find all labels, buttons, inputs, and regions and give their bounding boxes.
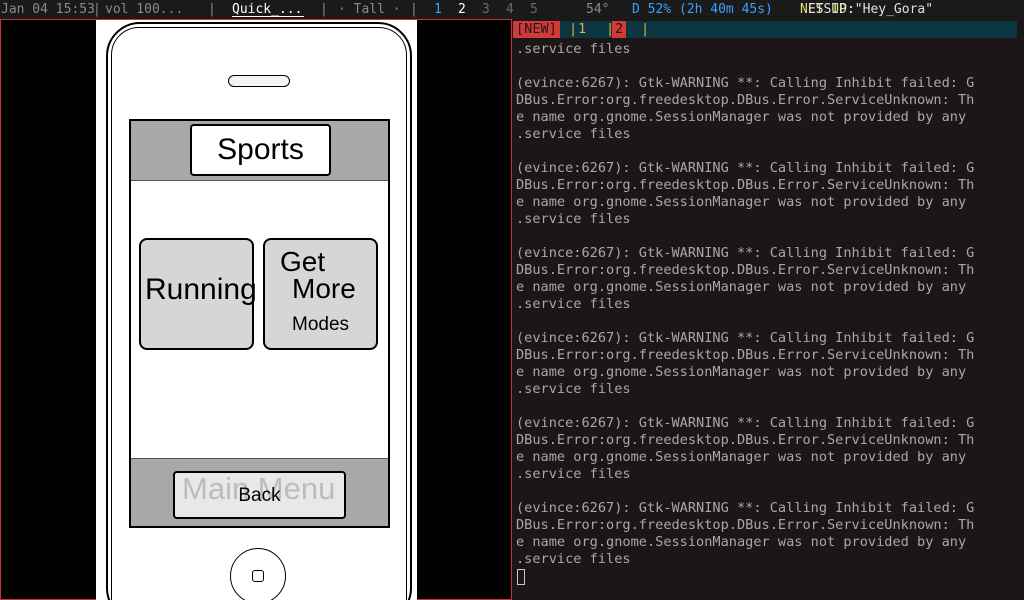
workspace-5[interactable]: 5 — [530, 0, 538, 19]
tab-2[interactable]: 2 — [612, 21, 627, 38]
tab-new[interactable]: [NEW] — [513, 21, 560, 38]
phone-home-button — [230, 548, 286, 600]
document-page[interactable]: Sports Running Get More Modes Main Menu … — [96, 20, 417, 600]
clock: Jan 04 15:53 — [1, 2, 95, 17]
terminal-cursor — [517, 569, 525, 585]
screen-footer: Main Menu Back — [131, 458, 388, 526]
tab-1[interactable]: 1 — [575, 21, 589, 38]
page-title: Sports — [190, 124, 331, 176]
volume-indicator: vol 100... — [105, 2, 184, 17]
status-bar: Jan 04 15:53 | vol 100... | Quick_... | … — [0, 0, 1024, 19]
get-more-label-line3: Modes — [292, 314, 350, 335]
document-viewer-pane[interactable]: Sports Running Get More Modes Main Menu … — [0, 19, 512, 600]
layout-indicator[interactable]: · Tall · — [338, 0, 401, 19]
workspace-3[interactable]: 3 — [482, 0, 490, 19]
running-label: Running — [145, 273, 257, 306]
terminal-output: .service files (evince:6267): Gtk-WARNIN… — [516, 41, 975, 567]
back-button[interactable]: Main Menu Back — [173, 471, 346, 519]
separator: | — [320, 2, 328, 17]
tab-separator: | — [641, 21, 650, 37]
network-status: NET UP: ESSID:"Hey_Gora" — [800, 0, 933, 19]
home-square-icon — [252, 570, 264, 582]
workspace-1[interactable]: 1 — [434, 0, 442, 19]
terminal-tab-bar: [NEW] | 1 | 2 | — [513, 21, 1017, 38]
workspace-4[interactable]: 4 — [506, 0, 514, 19]
phone-speaker — [228, 75, 290, 87]
screen-header: Sports — [131, 121, 388, 181]
phone-screen: Sports Running Get More Modes Main Menu … — [129, 119, 390, 528]
back-label: Back — [238, 485, 281, 506]
separator: | — [410, 2, 418, 17]
get-more-modes-button[interactable]: Get More Modes — [263, 238, 378, 350]
battery-status: D 52% (2h 40m 45s) — [632, 2, 773, 17]
workspace-2[interactable]: 2 — [458, 0, 466, 19]
separator: | — [93, 2, 101, 17]
essid-label: ESSID:"Hey_Gora" — [807, 2, 934, 17]
title-underline — [232, 16, 304, 17]
separator: | — [208, 2, 216, 17]
cpu-temperature: 54° — [586, 2, 610, 17]
terminal-pane[interactable]: [NEW] | 1 | 2 | .service files (evince:6… — [512, 19, 1024, 600]
get-more-label-line2: More — [292, 273, 356, 304]
running-button[interactable]: Running — [139, 238, 257, 350]
